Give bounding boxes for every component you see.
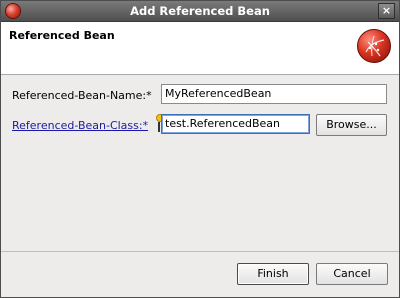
cancel-button[interactable]: Cancel bbox=[316, 263, 388, 285]
close-icon: × bbox=[381, 4, 392, 17]
red-sphere-icon bbox=[357, 29, 391, 63]
sphere-lines bbox=[365, 35, 385, 57]
window-title: Add Referenced Bean bbox=[130, 4, 270, 18]
referenced-bean-class-input[interactable]: test.ReferencedBean bbox=[161, 114, 310, 134]
referenced-bean-class-link[interactable]: Referenced-Bean-Class:* bbox=[12, 119, 148, 132]
form-area: Referenced-Bean-Name:* MyReferencedBean … bbox=[1, 75, 399, 251]
close-button[interactable]: × bbox=[378, 3, 395, 19]
referenced-bean-name-label: Referenced-Bean-Name:* bbox=[12, 89, 152, 102]
title-bar[interactable]: Add Referenced Bean × bbox=[1, 1, 399, 22]
banner-title: Referenced Bean bbox=[9, 29, 115, 42]
finish-button[interactable]: Finish bbox=[237, 263, 309, 285]
footer-separator bbox=[1, 251, 399, 252]
dialog-window: Add Referenced Bean × Referenced Bean Re… bbox=[0, 0, 400, 298]
referenced-bean-name-input[interactable]: MyReferencedBean bbox=[161, 84, 387, 104]
browse-button[interactable]: Browse... bbox=[316, 114, 387, 136]
cursor-indicator bbox=[158, 122, 160, 132]
dialog-banner: Referenced Bean bbox=[1, 22, 399, 75]
